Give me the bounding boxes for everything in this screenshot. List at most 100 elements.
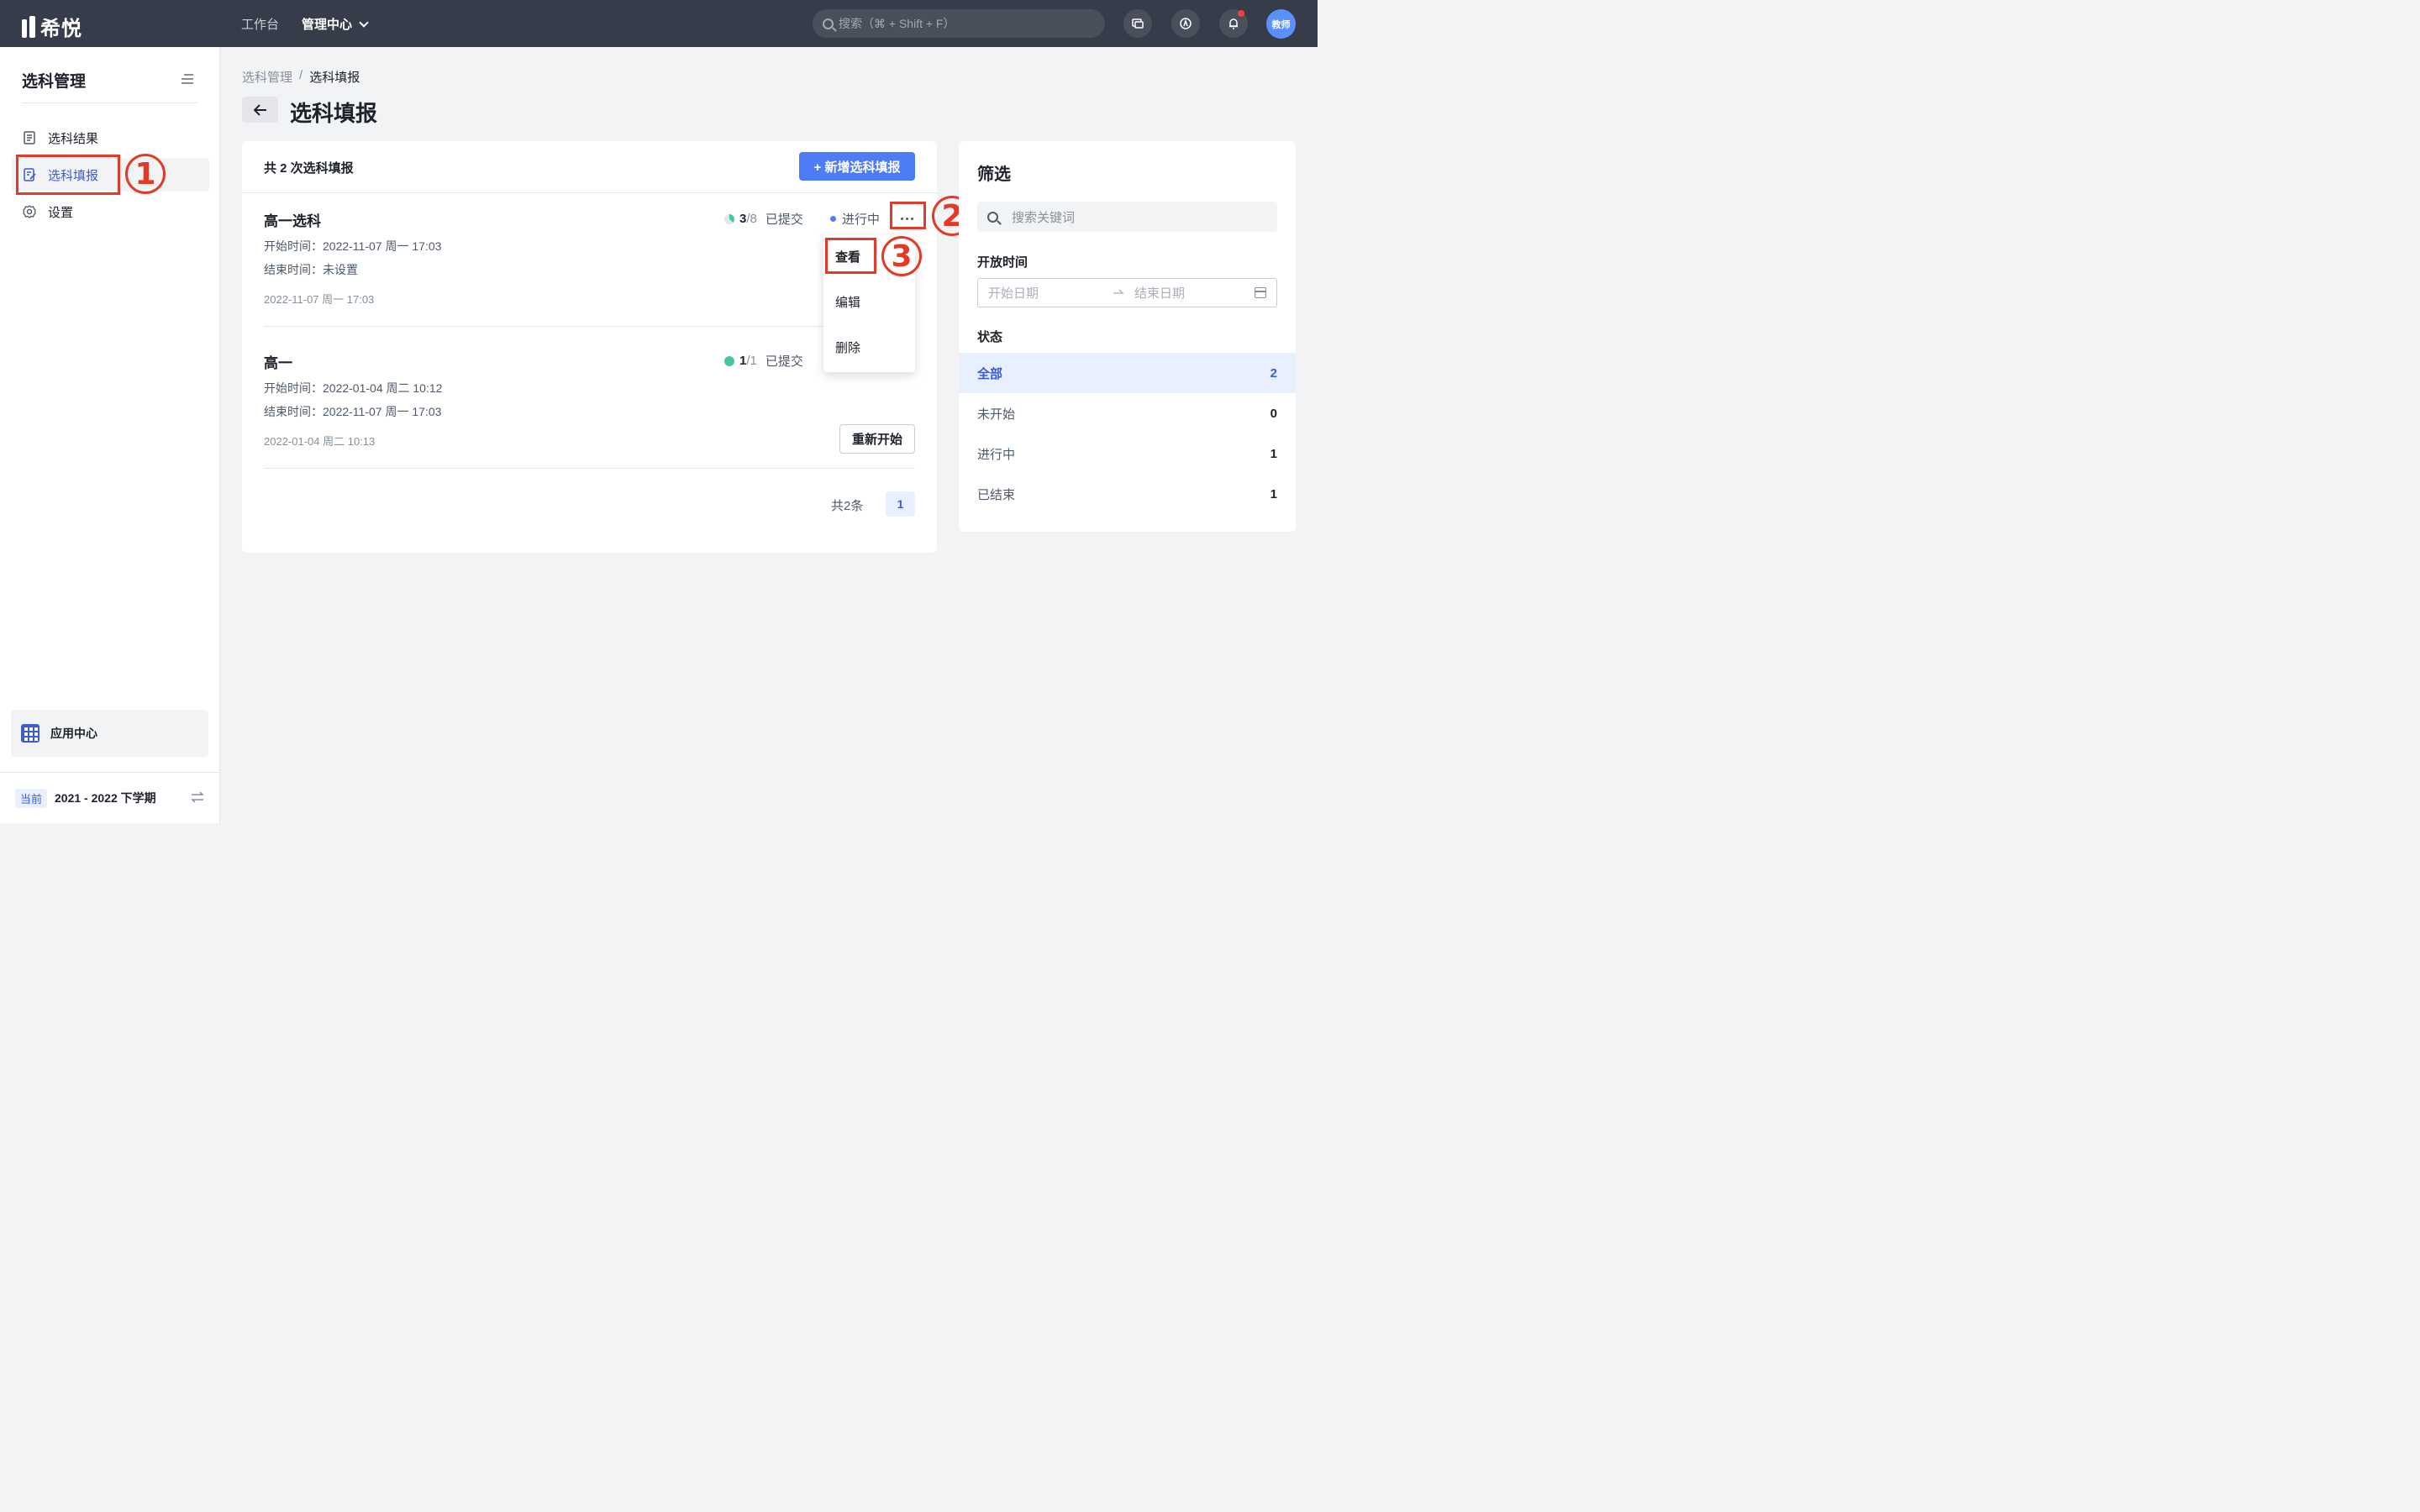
notifications-button[interactable] (1219, 9, 1248, 38)
record-end-time: 结束时间：未设置 (264, 263, 358, 276)
breadcrumb-parent[interactable]: 选科管理 (242, 68, 292, 86)
status-badge: 进行中 (830, 210, 880, 228)
nav-management-label: 管理中心 (302, 18, 353, 32)
submission-progress: 1/1 已提交 (724, 352, 803, 370)
annotation-box-1 (16, 155, 120, 195)
top-bar: 希悦 工作台 管理中心 搜索（⌘ + Shift + F） 教师 (0, 0, 1318, 47)
chevron-down-icon (359, 17, 369, 28)
breadcrumb-current: 选科填报 (309, 71, 360, 85)
search-icon (987, 211, 998, 223)
breadcrumb: 选科管理 / 选科填报 (242, 68, 360, 86)
status-filter-label: 未开始 (977, 407, 1016, 422)
messages-button[interactable] (1123, 9, 1152, 38)
gear-icon (23, 205, 36, 218)
record-start-time: 开始时间：2022-01-04 周二 10:12 (264, 381, 443, 395)
add-enrollment-button[interactable]: + 新增选科填报 (799, 152, 915, 181)
global-search-placeholder: 搜索（⌘ + Shift + F） (839, 17, 955, 30)
swap-icon[interactable] (190, 791, 205, 803)
nav-workbench[interactable]: 工作台 (241, 15, 279, 33)
current-term-text: 2021 - 2022 下学期 (55, 791, 156, 805)
pagination-total: 共2条 (831, 499, 864, 513)
record-title[interactable]: 高一 (264, 351, 292, 372)
pagination-page-1[interactable]: 1 (886, 491, 915, 517)
logo-mark-icon (22, 15, 37, 38)
sidebar-item-settings[interactable]: 设置 (12, 195, 209, 228)
status-filter-label: 已结束 (977, 487, 1016, 502)
calendar-icon (1255, 287, 1266, 298)
restart-button[interactable]: 重新开始 (839, 424, 915, 454)
submitted-label: 已提交 (765, 213, 803, 227)
status-text: 进行中 (842, 213, 881, 227)
arrow-right-icon (1113, 289, 1124, 294)
annotation-number-3-text: 3 (891, 239, 913, 274)
annotation-number-1: 1 (125, 154, 166, 194)
list-summary: 共 2 次选科填报 (264, 161, 354, 176)
total-count: /1 (746, 354, 757, 368)
record-start-time: 开始时间：2022-11-07 周一 17:03 (264, 239, 442, 253)
app-logo[interactable]: 希悦 (22, 12, 82, 41)
date-range-picker[interactable]: 开始日期 结束日期 (977, 278, 1277, 307)
compass-icon (1180, 18, 1192, 29)
search-icon (823, 18, 834, 29)
sidebar-item-results[interactable]: 选科结果 (12, 121, 209, 155)
collapse-sidebar-icon[interactable] (180, 74, 193, 84)
global-search-input[interactable]: 搜索（⌘ + Shift + F） (813, 9, 1105, 38)
breadcrumb-separator: / (299, 68, 303, 82)
progress-pie-icon (724, 213, 734, 224)
list-item[interactable]: 高一选科 开始时间：2022-11-07 周一 17:03 结束时间：未设置 2… (264, 209, 915, 327)
arrow-left-icon (253, 103, 266, 116)
record-created-time: 2022-01-04 周二 10:13 (264, 435, 376, 448)
status-filter-count: 1 (1270, 486, 1277, 501)
status-filter-count: 1 (1270, 446, 1277, 461)
current-term-badge: 当前 (15, 788, 48, 808)
status-filter-all[interactable]: 全部 2 (959, 353, 1296, 393)
keyword-search-input[interactable]: 搜索关键词 (977, 202, 1277, 232)
bell-icon (1229, 18, 1238, 29)
menu-item-edit[interactable]: 编辑 (835, 293, 860, 311)
status-filter-count: 0 (1270, 406, 1277, 421)
term-switcher[interactable]: 当前 2021 - 2022 下学期 (0, 772, 219, 823)
app-center-label: 应用中心 (50, 727, 97, 740)
sidebar-item-label: 选科结果 (48, 131, 99, 146)
annotation-number-1-text: 1 (134, 156, 156, 192)
record-title[interactable]: 高一选科 (264, 209, 321, 230)
annotation-box-3 (825, 238, 876, 274)
total-count: /8 (746, 212, 757, 226)
app-switch-button[interactable] (1171, 9, 1200, 38)
menu-item-delete[interactable]: 删除 (835, 339, 860, 356)
app-grid-icon (21, 724, 39, 743)
submitted-label: 已提交 (765, 354, 803, 369)
logo-text: 希悦 (40, 18, 82, 40)
user-avatar[interactable]: 教师 (1266, 9, 1296, 39)
list-item[interactable]: 高一 开始时间：2022-01-04 周二 10:12 结束时间：2022-11… (264, 351, 915, 469)
app-center-button[interactable]: 应用中心 (11, 710, 208, 757)
sidebar-item-label: 设置 (48, 205, 74, 220)
page-title: 选科填报 (290, 101, 378, 126)
document-icon (24, 131, 35, 144)
nav-management-center[interactable]: 管理中心 (302, 15, 369, 33)
open-time-label: 开放时间 (977, 255, 1028, 270)
notification-dot (1238, 10, 1244, 17)
status-label: 状态 (977, 330, 1003, 344)
status-filter-count: 2 (1270, 365, 1277, 381)
record-divider (264, 326, 915, 327)
status-filter-not-started[interactable]: 未开始 0 (959, 393, 1296, 433)
status-filter-ended[interactable]: 已结束 1 (959, 474, 1296, 514)
status-filter-label: 进行中 (977, 447, 1016, 462)
filter-title: 筛选 (977, 165, 1011, 184)
keyword-search-placeholder: 搜索关键词 (1012, 210, 1076, 225)
submission-progress: 3/8 已提交 (724, 210, 803, 228)
status-dot (830, 216, 836, 222)
annotation-number-3: 3 (881, 236, 922, 276)
back-button[interactable] (242, 97, 278, 123)
chat-icon (1132, 18, 1144, 29)
start-date-input[interactable]: 开始日期 (988, 284, 1039, 302)
progress-pie-icon (724, 355, 734, 366)
status-filter-in-progress[interactable]: 进行中 1 (959, 433, 1296, 474)
end-date-input[interactable]: 结束日期 (1134, 284, 1185, 302)
annotation-box-2 (890, 202, 926, 229)
record-created-time: 2022-11-07 周一 17:03 (264, 293, 375, 306)
record-divider (264, 468, 915, 469)
filter-panel: 筛选 搜索关键词 开放时间 开始日期 结束日期 状态 全部 2 未开始 0 进行… (959, 141, 1296, 532)
record-end-time: 结束时间：2022-11-07 周一 17:03 (264, 405, 442, 418)
